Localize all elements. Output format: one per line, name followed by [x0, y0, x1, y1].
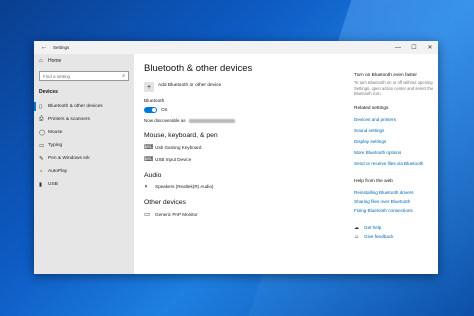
search-input[interactable] — [43, 73, 123, 79]
sidebar-section-title: Devices — [39, 89, 58, 95]
give-feedback-row[interactable]: ☺ Give feedback — [354, 234, 438, 240]
settings-window: ← Settings — ☐ ✕ ⌂ Home ⌕ Devices ▯ Blue… — [34, 41, 438, 274]
keyboard-icon: ▭ — [39, 142, 45, 149]
link-sound-settings[interactable]: Sound settings — [354, 128, 438, 133]
add-device-button[interactable]: + Add Bluetooth or other device — [144, 82, 344, 92]
group-title-input: Mouse, keyboard, & pen — [144, 132, 218, 139]
chat-icon: ☁ — [354, 224, 359, 231]
sidebar-item-autoplay[interactable]: ◔ AutoPlay — [34, 165, 134, 178]
sidebar-item-printers[interactable]: ⎙ Printers & scanners — [34, 113, 134, 126]
device-name: Usb Gaming Keyboard — [155, 144, 202, 150]
device-name: Generic PnP Monitor — [155, 211, 198, 217]
mouse-icon: ◯ — [39, 129, 46, 136]
device-item[interactable]: ◖ Speakers (Realtek(R) Audio) — [144, 183, 344, 190]
sidebar-item-label: Typing — [48, 143, 63, 148]
sidebar: ⌂ Home ⌕ Devices ▯ Bluetooth & other dev… — [34, 54, 134, 274]
sidebar-item-label: Mouse — [48, 130, 63, 135]
device-name: Speakers (Realtek(R) Audio) — [155, 184, 214, 189]
close-button[interactable]: ✕ — [422, 41, 438, 54]
page-title: Bluetooth & other devices — [144, 63, 253, 74]
device-item[interactable]: ▭ Generic PnP Monitor — [144, 210, 344, 218]
sidebar-item-label: USB — [48, 182, 58, 187]
title-bar: ← Settings — ☐ ✕ — [34, 41, 438, 54]
home-icon: ⌂ — [39, 57, 43, 64]
sidebar-item-mouse[interactable]: ◯ Mouse — [34, 126, 134, 139]
home-label: Home — [48, 57, 62, 64]
tip-text: To turn Bluetooth on or off without open… — [354, 80, 434, 97]
link-sharing-files[interactable]: Sharing files over Bluetooth — [354, 199, 438, 204]
sidebar-item-bluetooth[interactable]: ▯ Bluetooth & other devices — [34, 100, 134, 113]
main-content: Bluetooth & other devices + Add Bluetoot… — [134, 54, 344, 274]
related-settings-title: Related settings — [354, 105, 389, 111]
toggle-state-label: On — [161, 107, 168, 113]
link-send-receive-files[interactable]: Send or receive files via Bluetooth — [354, 161, 438, 166]
link-reinstall-drivers[interactable]: Reinstalling Bluetooth drivers — [354, 190, 438, 195]
bluetooth-toggle-row: On — [144, 107, 344, 113]
add-device-label: Add Bluetooth or other device — [158, 82, 222, 88]
bluetooth-icon: ▯ — [39, 103, 43, 110]
autoplay-icon: ◔ — [39, 168, 43, 175]
get-help-link[interactable]: Get help — [364, 225, 381, 230]
sidebar-item-home[interactable]: ⌂ Home — [34, 54, 134, 67]
link-devices-printers[interactable]: Devices and printers — [354, 117, 438, 122]
search-box[interactable]: ⌕ — [39, 71, 129, 81]
get-help-row[interactable]: ☁ Get help — [354, 225, 438, 231]
device-name: USB Input Device — [155, 156, 192, 162]
bluetooth-label: Bluetooth — [144, 99, 165, 104]
feedback-icon: ☺ — [354, 233, 360, 240]
sidebar-item-label: Printers & scanners — [48, 117, 90, 122]
maximize-button[interactable]: ☐ — [406, 41, 422, 54]
redacted-device-name — [188, 118, 235, 123]
monitor-icon: ▭ — [144, 211, 151, 218]
discoverable-label: Now discoverable as — [144, 118, 186, 123]
search-icon[interactable]: ⌕ — [122, 73, 125, 79]
usb-icon: ▮ — [39, 181, 43, 188]
sidebar-item-label: Bluetooth & other devices — [48, 104, 103, 109]
link-more-bluetooth[interactable]: More Bluetooth options — [354, 150, 438, 155]
speaker-icon: ◖ — [144, 183, 148, 190]
sidebar-item-usb[interactable]: ▮ USB — [34, 178, 134, 191]
keyboard-icon: ⌨ — [144, 144, 154, 151]
window-controls: — ☐ ✕ — [390, 41, 438, 54]
minimize-button[interactable]: — — [390, 41, 406, 54]
tip-title: Turn on Bluetooth even faster — [354, 73, 418, 78]
link-display-settings[interactable]: Display settings — [354, 139, 438, 144]
give-feedback-link[interactable]: Give feedback — [364, 234, 393, 239]
sidebar-item-typing[interactable]: ▭ Typing — [34, 139, 134, 152]
group-title-audio: Audio — [144, 172, 162, 179]
sidebar-item-pen[interactable]: ✎ Pen & Windows Ink — [34, 152, 134, 165]
group-title-other: Other devices — [144, 199, 186, 206]
plus-icon: + — [144, 82, 154, 92]
link-fixing-connections[interactable]: Fixing Bluetooth connections — [354, 208, 438, 213]
related-panel: Turn on Bluetooth even faster To turn Bl… — [354, 54, 438, 274]
bluetooth-toggle[interactable] — [144, 107, 157, 113]
device-item[interactable]: ⌨ USB Input Device — [144, 155, 344, 163]
sidebar-item-label: AutoPlay — [48, 169, 68, 174]
window-title: Settings — [53, 45, 70, 50]
help-title: Help from the web — [354, 178, 393, 184]
keyboard-icon: ⌨ — [144, 156, 154, 163]
discoverable-row: Now discoverable as — [144, 118, 344, 123]
printer-icon: ⎙ — [39, 116, 44, 122]
pen-icon: ✎ — [39, 155, 44, 162]
device-item[interactable]: ⌨ Usb Gaming Keyboard — [144, 143, 344, 151]
back-arrow-icon[interactable]: ← — [37, 44, 51, 51]
sidebar-item-label: Pen & Windows Ink — [48, 156, 90, 161]
